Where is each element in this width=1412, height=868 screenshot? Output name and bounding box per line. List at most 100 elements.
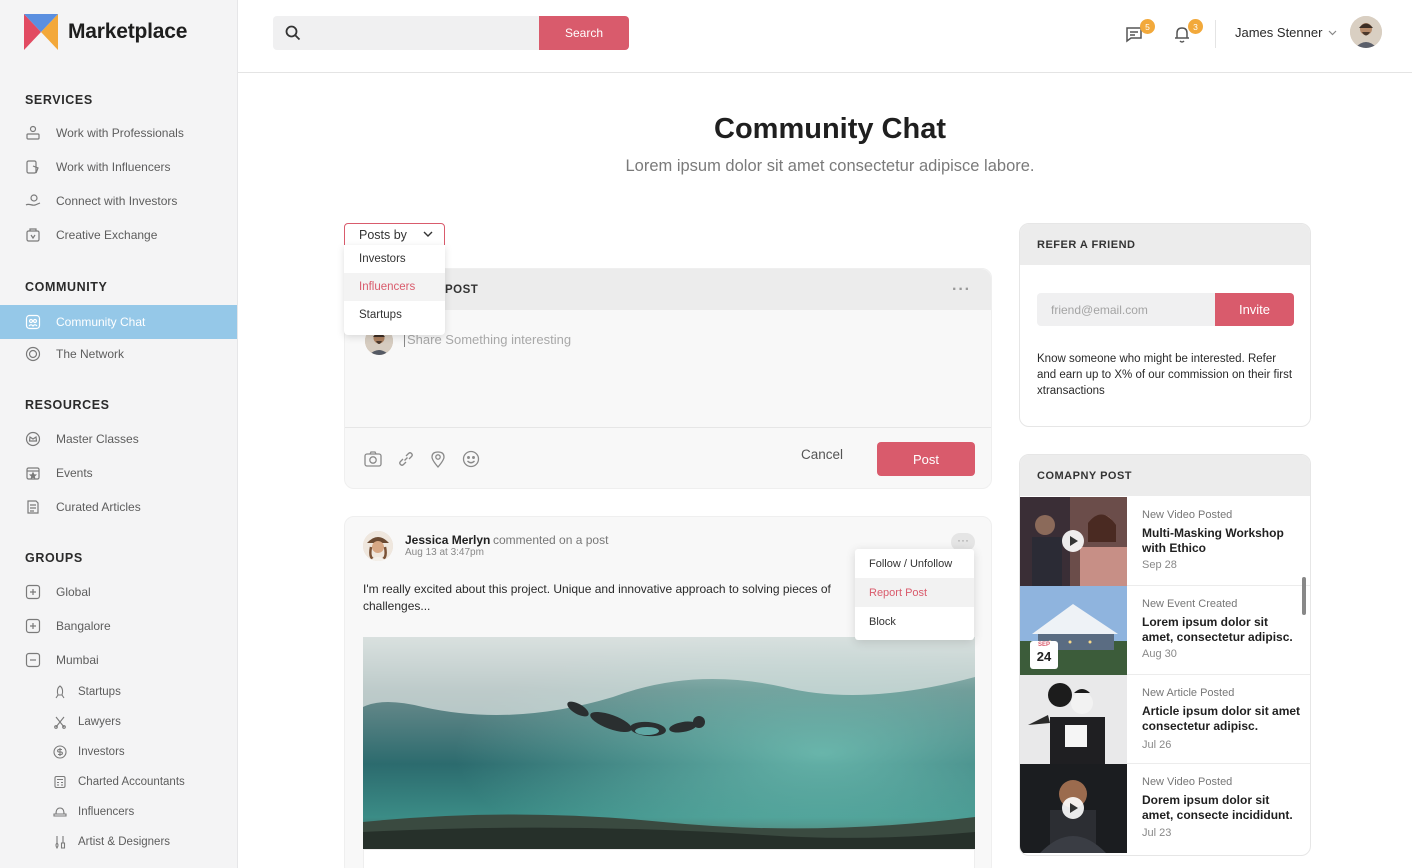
calendar-icon <box>24 464 42 482</box>
cancel-button[interactable]: Cancel <box>801 447 843 462</box>
nav-sub-lawyers[interactable]: Lawyers <box>0 707 237 737</box>
user-avatar[interactable] <box>1350 16 1382 48</box>
nav-label: Charted Accountants <box>78 776 185 788</box>
nav-label: Investors <box>78 746 125 758</box>
network-icon <box>24 345 42 363</box>
post-button[interactable]: Post <box>877 442 975 476</box>
nav-group-global[interactable]: Global <box>0 577 237 607</box>
company-post-item[interactable]: New Article Posted Article ipsum dolor s… <box>1020 675 1310 764</box>
refer-panel: REFER A FRIEND Invite Know someone who m… <box>1019 223 1311 427</box>
search-field[interactable] <box>273 16 539 50</box>
composer-divider <box>345 427 991 428</box>
event-day: 24 <box>1036 649 1052 664</box>
nav-master-classes[interactable]: Master Classes <box>0 424 237 454</box>
post-author-avatar[interactable] <box>363 531 393 561</box>
invite-button[interactable]: Invite <box>1215 293 1294 326</box>
nav-work-with-influencers[interactable]: Work with Influencers <box>0 152 237 182</box>
notifications-badge: 3 <box>1188 19 1203 34</box>
company-post-headline: Dorem ipsum dolor sit amet, consecte inc… <box>1142 793 1293 822</box>
nav-work-with-professionals[interactable]: Work with Professionals <box>0 118 237 148</box>
posts-by-select[interactable]: Posts by <box>344 223 445 246</box>
section-community: COMMUNITY <box>25 280 108 294</box>
link-icon[interactable] <box>396 449 416 469</box>
company-post-item[interactable]: New Video Posted Dorem ipsum dolor sit a… <box>1020 764 1310 853</box>
company-post-item[interactable]: New Video Posted Multi-Masking Workshop … <box>1020 497 1310 586</box>
camera-icon[interactable] <box>363 449 383 469</box>
composer-more-icon[interactable]: ··· <box>952 281 971 299</box>
menu-follow-unfollow[interactable]: Follow / Unfollow <box>855 549 974 578</box>
logo[interactable]: Marketplace <box>24 14 187 50</box>
company-post-kind: New Article Posted <box>1142 687 1235 699</box>
professional-icon <box>24 124 42 142</box>
nav-label: Events <box>56 466 93 480</box>
section-services: SERVICES <box>25 93 93 107</box>
event-month: SEP <box>1037 642 1050 648</box>
minus-box-icon <box>24 651 42 669</box>
scales-icon <box>52 714 68 730</box>
company-post-scrollbar[interactable] <box>1302 577 1306 615</box>
nav-sub-startups[interactable]: Startups <box>0 677 237 707</box>
search-input[interactable] <box>309 26 529 40</box>
nav-sub-charted-accountants[interactable]: Charted Accountants <box>0 767 237 797</box>
app-name: Marketplace <box>68 20 188 43</box>
brush-icon <box>52 834 68 850</box>
menu-report-post[interactable]: Report Post <box>855 578 974 607</box>
nav-label: Artist & Designers <box>78 836 171 848</box>
search-icon <box>285 25 301 41</box>
section-groups: GROUPS <box>25 551 83 565</box>
company-post-headline: Multi-Masking Workshop with Ethico <box>1142 526 1284 555</box>
sidebar: Marketplace SERVICES Work with Professio… <box>0 0 238 868</box>
nav-group-mumbai[interactable]: Mumbai <box>0 645 237 675</box>
menu-block[interactable]: Block <box>855 607 974 636</box>
company-post-panel: COMAPNY POST New Video Posted Multi-Mask… <box>1019 454 1311 856</box>
dropdown-option-startups[interactable]: Startups <box>344 301 445 329</box>
posts-by-label: Posts by <box>359 227 407 242</box>
nav-events[interactable]: Events <box>0 458 237 488</box>
nav-sub-investors[interactable]: Investors <box>0 737 237 767</box>
nav-label: Community Chat <box>56 315 146 329</box>
location-icon[interactable] <box>428 449 448 469</box>
nav-creative-exchange[interactable]: Creative Exchange <box>0 220 237 250</box>
company-post-kind: New Event Created <box>1142 598 1238 610</box>
company-post-date: Jul 26 <box>1142 739 1172 751</box>
chevron-down-icon <box>1329 30 1337 35</box>
post-image[interactable] <box>363 637 975 849</box>
nav-label: Work with Influencers <box>56 160 171 174</box>
nav-label: Connect with Investors <box>56 194 178 208</box>
company-post-kind: New Video Posted <box>1142 776 1233 788</box>
play-icon <box>1062 797 1084 819</box>
company-post-item[interactable]: SEP 24 New Event Created Lorem ipsum dol… <box>1020 586 1310 675</box>
nav-label: Mumbai <box>56 653 99 667</box>
refer-email-input[interactable] <box>1037 293 1215 326</box>
chat-icon <box>24 313 42 331</box>
user-menu[interactable]: James Stenner <box>1235 25 1337 40</box>
nav-group-bangalore[interactable]: Bangalore <box>0 611 237 641</box>
post-author-name[interactable]: Jessica Merlyn <box>405 533 490 547</box>
nav-sub-artist-designers[interactable]: Artist & Designers <box>0 827 237 857</box>
nav-curated-articles[interactable]: Curated Articles <box>0 492 237 522</box>
nav-label: Bangalore <box>56 619 111 633</box>
article-icon <box>24 498 42 516</box>
company-post-headline: Lorem ipsum dolor sit amet, consectetur … <box>1142 615 1293 644</box>
post-timestamp: Aug 13 at 3:47pm <box>405 547 484 558</box>
emoji-icon[interactable] <box>461 449 481 469</box>
plus-box-icon <box>24 583 42 601</box>
nav-the-network[interactable]: The Network <box>0 339 237 369</box>
dropdown-option-influencers[interactable]: Influencers <box>344 273 445 301</box>
dropdown-option-investors[interactable]: Investors <box>344 245 445 273</box>
messages-button[interactable]: 5 <box>1124 19 1155 46</box>
calculator-icon <box>52 774 68 790</box>
notifications-button[interactable]: 3 <box>1172 19 1203 46</box>
nav-label: Master Classes <box>56 432 139 446</box>
header-divider <box>1215 20 1216 48</box>
nav-label: Influencers <box>78 806 135 818</box>
nav-community-chat[interactable]: Community Chat <box>0 305 237 339</box>
page-subtitle: Lorem ipsum dolor sit amet consectetur a… <box>625 157 1035 175</box>
nav-sub-influencers[interactable]: Influencers <box>0 797 237 827</box>
nav-connect-with-investors[interactable]: Connect with Investors <box>0 186 237 216</box>
nav-label: Work with Professionals <box>56 126 184 140</box>
search-button[interactable]: Search <box>539 16 629 50</box>
user-name: James Stenner <box>1235 25 1323 40</box>
post-action-text: commented on a post <box>493 533 609 547</box>
company-post-date: Aug 30 <box>1142 648 1177 660</box>
